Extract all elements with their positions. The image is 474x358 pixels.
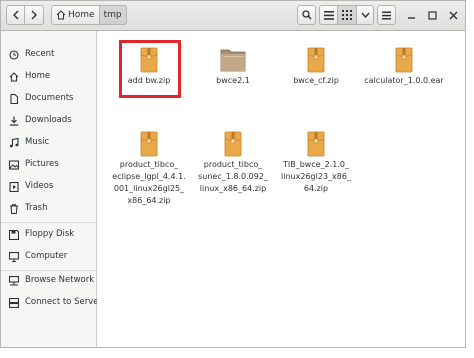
sidebar-item-label: Recent bbox=[25, 49, 55, 59]
sidebar-item-label: Documents bbox=[25, 93, 74, 103]
sidebar-item-connect-to-server[interactable]: Connect to Server bbox=[1, 293, 102, 313]
sidebar-item-browse-network[interactable]: Browse Network bbox=[1, 271, 96, 291]
file-name-line: 001_linux26gl25_ bbox=[113, 184, 185, 193]
folder-icon bbox=[220, 49, 246, 72]
forward-button[interactable] bbox=[25, 5, 44, 25]
file-name: calculator_1.0.0.ear bbox=[364, 76, 444, 85]
floppy-disk-icon bbox=[9, 230, 19, 240]
selection-highlight-box bbox=[119, 40, 181, 98]
folder-item[interactable]: bwce2.1 bbox=[191, 47, 275, 87]
archive-icon bbox=[395, 47, 413, 73]
sidebar-item-label: Computer bbox=[25, 251, 68, 261]
sidebar-item-documents[interactable]: Documents bbox=[1, 89, 96, 109]
file-name-line: eclipse_lgpl_4.4.1. bbox=[112, 172, 186, 181]
chevron-left-icon bbox=[12, 10, 18, 20]
file-item[interactable]: calculator_1.0.0.ear bbox=[358, 47, 450, 87]
home-icon bbox=[56, 10, 66, 20]
sidebar-item-label: Floppy Disk bbox=[25, 229, 75, 239]
close-button[interactable] bbox=[445, 7, 461, 23]
file-name-line: sunec_1.8.0.092_ bbox=[198, 172, 268, 181]
header-bar: Home tmp bbox=[1, 1, 465, 31]
picture-icon bbox=[9, 160, 19, 170]
sidebar-item-label: Videos bbox=[25, 181, 54, 191]
sidebar-item-label: Home bbox=[25, 71, 51, 81]
file-name: bwce_cf.zip bbox=[293, 76, 339, 85]
archive-icon bbox=[140, 131, 158, 157]
sidebar-item-floppy-disk[interactable]: Floppy Disk bbox=[1, 225, 96, 245]
file-name-line: TIB_bwce_2.1.0_ bbox=[282, 160, 350, 169]
network-icon bbox=[9, 276, 19, 286]
sidebar-item-trash[interactable]: Trash bbox=[1, 199, 96, 219]
menu-button[interactable] bbox=[377, 5, 396, 25]
server-icon bbox=[9, 298, 19, 308]
view-options-button[interactable] bbox=[357, 5, 374, 25]
folder-name: bwce2.1 bbox=[216, 76, 250, 85]
hamburger-menu-icon bbox=[382, 11, 391, 19]
file-name-line: linux26gl23_x86_ bbox=[281, 172, 351, 181]
sidebar-item-music[interactable]: Music bbox=[1, 133, 96, 153]
grid-view-button[interactable] bbox=[338, 5, 357, 25]
breadcrumb-home-label: Home bbox=[68, 10, 95, 20]
file-name-line: product_tibco_ bbox=[203, 160, 263, 169]
archive-icon bbox=[307, 47, 325, 73]
file-item[interactable]: product_tibco_ sunec_1.8.0.092_ linux_x8… bbox=[191, 131, 275, 195]
video-icon bbox=[9, 182, 19, 192]
file-item[interactable]: product_tibco_ eclipse_lgpl_4.4.1. 001_l… bbox=[107, 131, 191, 207]
sidebar-item-pictures[interactable]: Pictures bbox=[1, 155, 96, 175]
file-item[interactable]: TIB_bwce_2.1.0_ linux26gl23_x86_ 64.zip bbox=[274, 131, 358, 195]
sidebar-item-label: Connect to Server bbox=[25, 297, 102, 307]
minimize-button[interactable] bbox=[403, 7, 419, 23]
list-view-button[interactable] bbox=[319, 5, 338, 25]
sidebar-item-computer[interactable]: Computer bbox=[1, 247, 96, 267]
download-icon bbox=[10, 116, 18, 126]
sidebar-item-home[interactable]: Home bbox=[1, 67, 96, 87]
sidebar-item-label: Trash bbox=[25, 203, 48, 213]
breadcrumb-home[interactable]: Home bbox=[51, 5, 100, 25]
home-icon bbox=[9, 72, 19, 82]
breadcrumb-current[interactable]: tmp bbox=[99, 5, 127, 25]
sidebar-item-recent[interactable]: Recent bbox=[1, 45, 96, 65]
sidebar-item-label: Downloads bbox=[25, 115, 72, 125]
file-name-line: x86_64.zip bbox=[127, 196, 171, 205]
search-button[interactable] bbox=[297, 5, 316, 25]
file-name-line: product_tibco_ bbox=[119, 160, 179, 169]
navigation-buttons bbox=[6, 5, 44, 25]
file-name-line: 64.zip bbox=[303, 184, 329, 193]
breadcrumb: Home tmp bbox=[51, 5, 127, 25]
sidebar-divider bbox=[1, 222, 96, 223]
list-view-icon bbox=[323, 10, 334, 20]
chevron-right-icon bbox=[31, 10, 37, 20]
sidebar-item-label: Browse Network bbox=[25, 275, 95, 285]
document-icon bbox=[10, 94, 19, 104]
archive-icon bbox=[224, 131, 242, 157]
search-icon bbox=[301, 10, 312, 20]
maximize-icon bbox=[427, 10, 437, 20]
minimize-icon bbox=[407, 16, 415, 19]
file-manager-window: Home tmp Recent Home Documents Downloads… bbox=[0, 0, 466, 348]
archive-icon bbox=[307, 131, 325, 157]
close-icon bbox=[449, 11, 457, 19]
sidebar-item-label: Pictures bbox=[25, 159, 59, 169]
sidebar-item-videos[interactable]: Videos bbox=[1, 177, 96, 197]
computer-icon bbox=[9, 252, 19, 262]
grid-view-icon bbox=[342, 10, 352, 20]
sidebar-item-downloads[interactable]: Downloads bbox=[1, 111, 96, 131]
music-icon bbox=[9, 138, 19, 148]
breadcrumb-current-label: tmp bbox=[103, 10, 122, 20]
clock-icon bbox=[9, 50, 19, 60]
sidebar-item-label: Music bbox=[25, 137, 50, 147]
chevron-down-icon bbox=[360, 12, 370, 18]
back-button[interactable] bbox=[6, 5, 25, 25]
file-item[interactable]: bwce_cf.zip bbox=[274, 47, 358, 87]
trash-icon bbox=[10, 204, 18, 214]
sidebar: Recent Home Documents Downloads Music Pi… bbox=[1, 31, 102, 347]
file-name-line: linux_x86_64.zip bbox=[199, 184, 267, 193]
maximize-button[interactable] bbox=[424, 7, 440, 23]
